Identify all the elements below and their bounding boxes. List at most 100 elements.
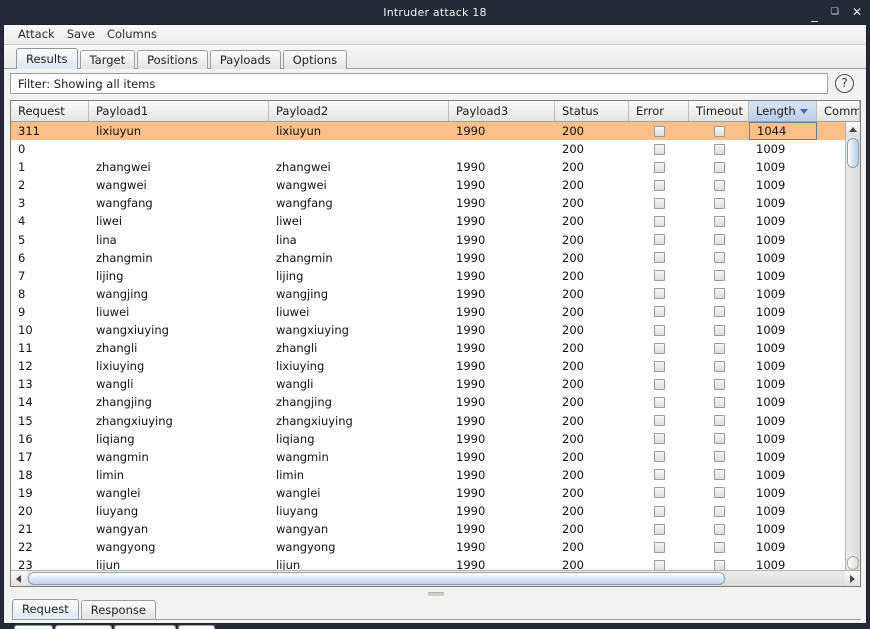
scroll-right-icon[interactable] <box>845 571 860 586</box>
close-icon[interactable]: ✕ <box>852 6 862 18</box>
table-row[interactable]: 7 lijing lijing 1990 200 1009 <box>11 267 860 285</box>
error-checkbox[interactable] <box>653 469 665 481</box>
cell-error[interactable] <box>629 339 689 357</box>
tab-response[interactable]: Response <box>80 600 156 619</box>
tab-target[interactable]: Target <box>79 50 136 69</box>
timeout-checkbox[interactable] <box>713 451 725 463</box>
vertical-scroll-thumb-secondary[interactable] <box>847 556 859 570</box>
table-row[interactable]: 21 wangyan wangyan 1990 200 1009 <box>11 520 860 538</box>
cell-timeout[interactable] <box>689 357 749 375</box>
cell-timeout[interactable] <box>689 249 749 267</box>
cell-error[interactable] <box>629 321 689 339</box>
cell-timeout[interactable] <box>689 303 749 321</box>
timeout-checkbox[interactable] <box>713 396 725 408</box>
cell-timeout[interactable] <box>689 267 749 285</box>
cell-error[interactable] <box>629 285 689 303</box>
error-checkbox[interactable] <box>653 415 665 427</box>
help-icon[interactable]: ? <box>835 74 854 93</box>
error-checkbox[interactable] <box>653 378 665 390</box>
cell-error[interactable] <box>629 430 689 448</box>
cell-timeout[interactable] <box>689 538 749 556</box>
cell-error[interactable] <box>629 122 689 140</box>
cell-timeout[interactable] <box>689 285 749 303</box>
column-header-length[interactable]: Length <box>749 101 817 121</box>
cell-error[interactable] <box>629 140 689 158</box>
timeout-checkbox[interactable] <box>713 469 725 481</box>
cell-timeout[interactable] <box>689 412 749 430</box>
cell-timeout[interactable] <box>689 176 749 194</box>
error-checkbox[interactable] <box>653 197 665 209</box>
cell-timeout[interactable] <box>689 122 749 140</box>
timeout-checkbox[interactable] <box>713 487 725 499</box>
timeout-checkbox[interactable] <box>713 505 725 517</box>
error-checkbox[interactable] <box>653 179 665 191</box>
table-row[interactable]: 0 200 1009 <box>11 140 860 158</box>
cell-timeout[interactable] <box>689 140 749 158</box>
table-row[interactable]: 12 lixiuying lixiuying 1990 200 1009 <box>11 357 860 375</box>
cell-error[interactable] <box>629 538 689 556</box>
table-row[interactable]: 16 liqiang liqiang 1990 200 1009 <box>11 430 860 448</box>
cell-error[interactable] <box>629 212 689 230</box>
cell-error[interactable] <box>629 520 689 538</box>
cell-error[interactable] <box>629 448 689 466</box>
table-row[interactable]: 4 liwei liwei 1990 200 1009 <box>11 212 860 230</box>
cell-timeout[interactable] <box>689 321 749 339</box>
table-row[interactable]: 22 wangyong wangyong 1990 200 1009 <box>11 538 860 556</box>
error-checkbox[interactable] <box>653 306 665 318</box>
vertical-scroll-thumb[interactable] <box>847 138 859 168</box>
table-row[interactable]: 13 wangli wangli 1990 200 1009 <box>11 375 860 393</box>
timeout-checkbox[interactable] <box>713 143 725 155</box>
tab-payloads[interactable]: Payloads <box>209 50 281 69</box>
cell-timeout[interactable] <box>689 339 749 357</box>
column-header-status[interactable]: Status <box>555 101 629 121</box>
cell-timeout[interactable] <box>689 502 749 520</box>
cell-timeout[interactable] <box>689 194 749 212</box>
table-row[interactable]: 6 zhangmin zhangmin 1990 200 1009 <box>11 249 860 267</box>
error-checkbox[interactable] <box>653 541 665 553</box>
cell-timeout[interactable] <box>689 484 749 502</box>
error-checkbox[interactable] <box>653 270 665 282</box>
cell-error[interactable] <box>629 249 689 267</box>
timeout-checkbox[interactable] <box>713 378 725 390</box>
cell-timeout[interactable] <box>689 430 749 448</box>
tab-headers[interactable]: Headers <box>113 625 176 629</box>
tab-options[interactable]: Options <box>282 50 348 69</box>
timeout-checkbox[interactable] <box>713 197 725 209</box>
timeout-checkbox[interactable] <box>713 216 725 228</box>
error-checkbox[interactable] <box>653 396 665 408</box>
tab-positions[interactable]: Positions <box>137 50 208 69</box>
timeout-checkbox[interactable] <box>713 179 725 191</box>
cell-error[interactable] <box>629 412 689 430</box>
timeout-checkbox[interactable] <box>713 288 725 300</box>
scroll-up-icon[interactable] <box>846 122 860 137</box>
table-row[interactable]: 9 liuwei liuwei 1990 200 1009 <box>11 303 860 321</box>
tab-results[interactable]: Results <box>16 48 78 69</box>
error-checkbox[interactable] <box>653 523 665 535</box>
table-row[interactable]: 3 wangfang wangfang 1990 200 1009 <box>11 194 860 212</box>
error-checkbox[interactable] <box>653 342 665 354</box>
maximize-icon[interactable]: ❑ <box>831 7 839 17</box>
tab-request[interactable]: Request <box>12 599 79 619</box>
timeout-checkbox[interactable] <box>713 270 725 282</box>
menu-item-save[interactable]: Save <box>61 25 101 44</box>
panel-splitter[interactable] <box>10 589 861 598</box>
cell-error[interactable] <box>629 466 689 484</box>
table-row[interactable]: 20 liuyang liuyang 1990 200 1009 <box>11 502 860 520</box>
column-header-error[interactable]: Error <box>629 101 689 121</box>
table-vertical-scrollbar[interactable] <box>845 122 860 586</box>
menu-item-columns[interactable]: Columns <box>101 25 163 44</box>
cell-error[interactable] <box>629 502 689 520</box>
table-row[interactable]: 10 wangxiuying wangxiuying 1990 200 1009 <box>11 321 860 339</box>
column-header-request[interactable]: Request <box>11 101 89 121</box>
cell-error[interactable] <box>629 194 689 212</box>
cell-timeout[interactable] <box>689 158 749 176</box>
column-header-comm[interactable]: Comm <box>817 101 860 121</box>
cell-timeout[interactable] <box>689 466 749 484</box>
cell-timeout[interactable] <box>689 448 749 466</box>
table-row[interactable]: 18 limin limin 1990 200 1009 <box>11 466 860 484</box>
scroll-left-icon[interactable] <box>11 571 26 586</box>
table-row[interactable]: 17 wangmin wangmin 1990 200 1009 <box>11 448 860 466</box>
timeout-checkbox[interactable] <box>713 125 725 137</box>
table-row[interactable]: 11 zhangli zhangli 1990 200 1009 <box>11 339 860 357</box>
timeout-checkbox[interactable] <box>713 523 725 535</box>
